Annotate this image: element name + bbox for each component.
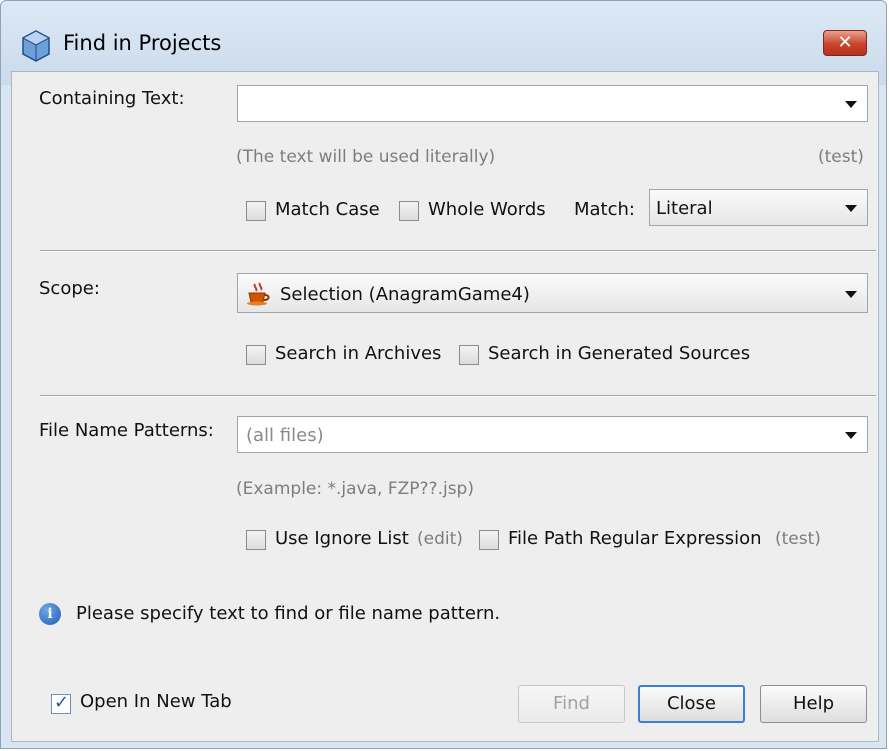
containing-text-combo[interactable] bbox=[237, 85, 868, 122]
open-new-tab-label[interactable]: Open In New Tab bbox=[80, 691, 232, 712]
status-message: Please specify text to find or file name… bbox=[76, 603, 501, 624]
find-in-projects-dialog: Find in Projects ✕ Containing Text: (The… bbox=[0, 0, 887, 749]
separator bbox=[40, 250, 876, 252]
file-patterns-combo[interactable]: (all files) bbox=[237, 416, 868, 453]
info-icon: i bbox=[39, 603, 61, 625]
close-icon: ✕ bbox=[837, 32, 853, 53]
ignore-list-checkbox[interactable] bbox=[246, 530, 266, 550]
close-button[interactable]: Close bbox=[638, 685, 745, 723]
containing-text-test-link[interactable]: (test) bbox=[818, 147, 864, 167]
dialog-content: Containing Text: (The text will be used … bbox=[11, 71, 879, 742]
chevron-down-icon[interactable] bbox=[845, 432, 857, 439]
coffee-cup-icon bbox=[247, 282, 270, 306]
containing-text-hint: (The text will be used literally) bbox=[236, 147, 496, 167]
match-case-label[interactable]: Match Case bbox=[275, 199, 380, 220]
search-generated-checkbox[interactable] bbox=[459, 345, 479, 365]
file-patterns-label: File Name Patterns: bbox=[39, 420, 214, 441]
file-patterns-example: (Example: *.java, FZP??.jsp) bbox=[236, 479, 474, 499]
search-generated-label[interactable]: Search in Generated Sources bbox=[488, 343, 750, 364]
containing-text-label-text: Containing Text: bbox=[39, 88, 185, 109]
regex-checkbox[interactable] bbox=[479, 530, 499, 550]
search-archives-checkbox[interactable] bbox=[246, 345, 266, 365]
regex-test-link[interactable]: (test) bbox=[775, 529, 821, 549]
whole-words-label[interactable]: Whole Words bbox=[428, 199, 546, 220]
ignore-list-label[interactable]: Use Ignore List bbox=[275, 528, 409, 549]
netbeans-cube-icon bbox=[21, 30, 51, 62]
scope-value[interactable]: Selection (AnagramGame4) bbox=[280, 284, 530, 305]
window-title: Find in Projects bbox=[63, 31, 222, 55]
match-mode-value[interactable]: Literal bbox=[656, 198, 713, 219]
match-case-checkbox[interactable] bbox=[246, 201, 266, 221]
file-patterns-placeholder[interactable]: (all files) bbox=[246, 425, 324, 446]
regex-label[interactable]: File Path Regular Expression bbox=[508, 528, 762, 549]
chevron-down-icon[interactable] bbox=[845, 101, 857, 108]
ignore-list-edit-link[interactable]: (edit) bbox=[417, 529, 463, 549]
chevron-down-icon[interactable] bbox=[845, 291, 857, 298]
help-button[interactable]: Help bbox=[760, 685, 867, 723]
scope-select[interactable]: Selection (AnagramGame4) bbox=[237, 273, 868, 313]
match-label: Match: bbox=[574, 199, 635, 220]
chevron-down-icon[interactable] bbox=[845, 205, 857, 212]
window-close-button[interactable]: ✕ bbox=[823, 30, 867, 56]
find-button[interactable]: Find bbox=[518, 685, 625, 723]
match-mode-select[interactable]: Literal bbox=[649, 189, 868, 226]
separator bbox=[40, 395, 876, 397]
scope-label: Scope: bbox=[39, 278, 100, 299]
containing-text-label: Containing Text: bbox=[39, 88, 185, 109]
open-new-tab-checkbox[interactable] bbox=[51, 692, 71, 714]
search-archives-label[interactable]: Search in Archives bbox=[275, 343, 441, 364]
whole-words-checkbox[interactable] bbox=[399, 201, 419, 221]
